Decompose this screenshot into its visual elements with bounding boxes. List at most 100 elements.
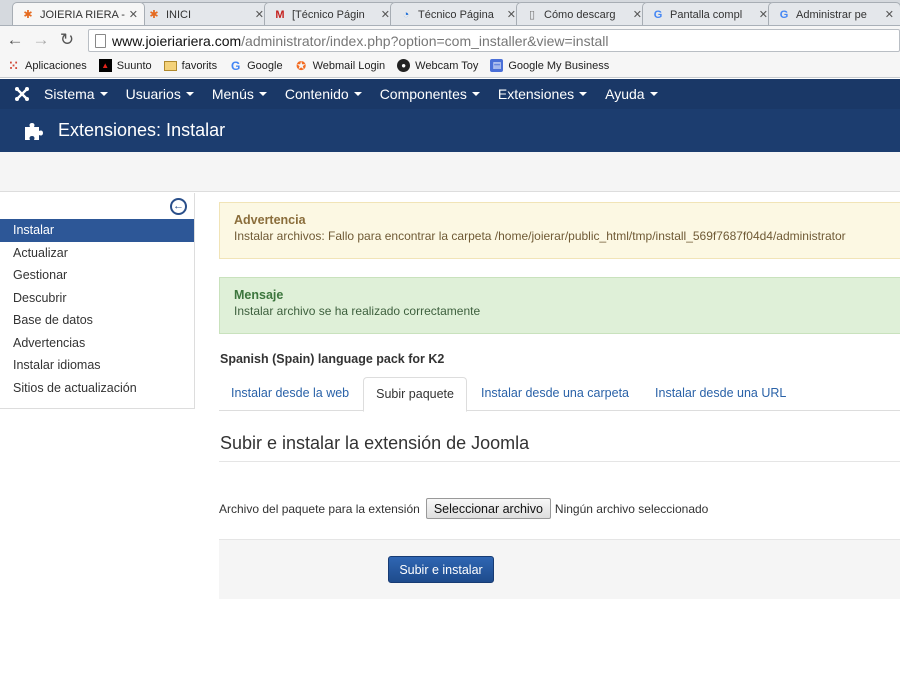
forward-arrow-icon[interactable]: →: [30, 29, 52, 51]
sidebar-item-sitios-de-actualizacion[interactable]: Sitios de actualización: [0, 377, 194, 400]
menu-label: Menús: [211, 86, 254, 102]
reload-icon[interactable]: ↻: [56, 29, 78, 51]
caret-down-icon: [353, 92, 362, 96]
bookmark-label: Aplicaciones: [25, 59, 87, 72]
joomla-favicon: ✱: [23, 9, 33, 21]
folder-icon: [163, 60, 177, 71]
warning-text: Instalar archivos: Fallo para encontrar …: [234, 229, 846, 243]
page-header: Extensiones: Instalar: [0, 109, 900, 152]
browser-tab-title: INICI: [166, 8, 192, 21]
tab-instalar-desde-carpeta[interactable]: Instalar desde una carpeta: [469, 377, 641, 411]
file-status: Ningún archivo seleccionado: [554, 501, 709, 516]
close-icon[interactable]: ✕: [759, 8, 768, 21]
tab-instalar-desde-url[interactable]: Instalar desde una URL: [643, 377, 798, 411]
package-title: Spanish (Spain) language pack for K2: [220, 352, 445, 366]
menu-ayuda[interactable]: Ayuda: [605, 86, 658, 102]
url-path: /administrator/index.php?option=com_inst…: [241, 32, 609, 49]
sidebar-item-gestionar[interactable]: Gestionar: [0, 264, 194, 287]
close-icon[interactable]: ✕: [255, 8, 264, 21]
caret-down-icon: [649, 92, 658, 96]
browser-tab-strip: ✱ JOIERIA RIERA - ✕ ✱ INICI ✕ M [Técnico…: [0, 0, 900, 26]
close-icon[interactable]: ✕: [885, 8, 894, 21]
bookmark-webcam-toy[interactable]: ● Webcam Toy: [397, 59, 478, 72]
browser-tab-4[interactable]: ▯ Cómo descarg ✕: [516, 2, 649, 25]
form-actions: Subir e instalar: [219, 539, 900, 599]
file-label: Archivo del paquete para la extensión: [219, 501, 420, 516]
browser-tab-1[interactable]: ✱ INICI ✕: [138, 2, 271, 25]
menu-label: Sistema: [44, 86, 95, 102]
address-bar[interactable]: www.joieriariera.com/administrator/index…: [88, 29, 900, 52]
sidebar-item-instalar-idiomas[interactable]: Instalar idiomas: [0, 354, 194, 377]
browser-tab-2[interactable]: M [Técnico Págin ✕: [264, 2, 397, 25]
bookmark-label: Suunto: [116, 59, 152, 72]
google-icon: G: [230, 58, 241, 73]
caret-down-icon: [258, 92, 267, 96]
sidebar-item-advertencias[interactable]: Advertencias: [0, 332, 194, 355]
sidebar-item-base-de-datos[interactable]: Base de datos: [0, 309, 194, 332]
message-text: Instalar archivo se ha realizado correct…: [234, 304, 481, 318]
joomla-logo-icon[interactable]: [0, 86, 44, 102]
menu-label: Componentes: [379, 86, 467, 102]
bookmark-label: favorits: [181, 59, 218, 72]
apps-grid-icon: ⁙: [8, 58, 19, 73]
browser-tab-title: [Técnico Págin: [292, 8, 365, 21]
caret-down-icon: [185, 92, 194, 96]
browser-toolbar: ← → ↻ www.joieriariera.com/administrator…: [0, 26, 900, 54]
bookmark-google[interactable]: G Google: [229, 58, 283, 73]
puzzle-piece-icon: [25, 122, 43, 140]
section-title: Subir e instalar la extensión de Joomla: [220, 433, 530, 453]
browser-tab-5[interactable]: G Pantalla compl ✕: [642, 2, 775, 25]
choose-file-button[interactable]: Seleccionar archivo: [425, 498, 551, 519]
menu-sistema[interactable]: Sistema: [44, 86, 108, 102]
menu-componentes[interactable]: Componentes: [380, 86, 480, 102]
bookmark-webmail-login[interactable]: ✪ Webmail Login: [295, 58, 386, 73]
menu-usuarios[interactable]: Usuarios: [126, 86, 194, 102]
browser-tab-3[interactable]: ◔ Técnico Página ✕: [390, 2, 523, 25]
browser-tab-6[interactable]: G Administrar pe ✕: [768, 2, 900, 25]
sidebar-toggle-arrow-icon[interactable]: ←: [170, 198, 187, 215]
bookmark-label: Google: [247, 59, 283, 72]
admin-top-nav: Sistema Usuarios Menús Contenido Compone…: [0, 79, 900, 109]
menu-menus[interactable]: Menús: [212, 86, 267, 102]
webcam-icon: ●: [397, 59, 411, 72]
browser-tab-title: JOIERIA RIERA -: [40, 8, 125, 21]
message-heading: Mensaje: [234, 288, 284, 302]
page-favicon: ▯: [528, 9, 536, 21]
divider: [219, 461, 900, 462]
browser-tab-0[interactable]: ✱ JOIERIA RIERA - ✕: [12, 2, 145, 25]
close-icon[interactable]: ✕: [507, 8, 516, 21]
webmail-icon: ✪: [296, 58, 307, 73]
gmail-favicon: M: [275, 8, 285, 21]
menu-label: Contenido: [284, 86, 349, 102]
google-favicon: G: [653, 8, 663, 21]
bookmark-label: Google My Business: [508, 59, 610, 72]
bookmark-label: Webcam Toy: [415, 59, 479, 72]
bookmark-suunto[interactable]: ▲ Suunto: [98, 59, 152, 72]
bookmark-favorits[interactable]: favorits: [163, 59, 218, 72]
close-icon[interactable]: ✕: [633, 8, 642, 21]
menu-extensiones[interactable]: Extensiones: [498, 86, 588, 102]
suunto-icon: ▲: [98, 59, 112, 72]
warning-heading: Advertencia: [234, 213, 306, 227]
back-arrow-icon[interactable]: ←: [4, 29, 26, 51]
bookmark-label: Webmail Login: [312, 59, 386, 72]
menu-label: Usuarios: [125, 86, 181, 102]
sidebar-item-instalar[interactable]: Instalar: [0, 219, 194, 242]
sidebar-item-descubrir[interactable]: Descubrir: [0, 287, 194, 310]
browser-tab-title: Administrar pe: [796, 8, 867, 21]
tab-subir-paquete[interactable]: Subir paquete: [363, 377, 467, 412]
caret-down-icon: [471, 92, 480, 96]
tab-instalar-desde-la-web[interactable]: Instalar desde la web: [219, 377, 361, 411]
sidebar-item-actualizar[interactable]: Actualizar: [0, 242, 194, 265]
menu-contenido[interactable]: Contenido: [285, 86, 362, 102]
bookmark-aplicaciones[interactable]: ⁙ Aplicaciones: [7, 58, 87, 73]
upload-install-button[interactable]: Subir e instalar: [388, 556, 494, 583]
close-icon[interactable]: ✕: [129, 8, 138, 21]
joomla-favicon: ✱: [149, 9, 159, 21]
close-icon[interactable]: ✕: [381, 8, 390, 21]
menu-label: Ayuda: [605, 86, 645, 102]
sidebar-nav: Instalar Actualizar Gestionar Descubrir …: [0, 219, 194, 399]
page-icon: [95, 33, 106, 48]
bookmark-google-my-business[interactable]: ▤ Google My Business: [490, 59, 609, 72]
install-tabs: Instalar desde la web Subir paquete Inst…: [219, 377, 900, 412]
